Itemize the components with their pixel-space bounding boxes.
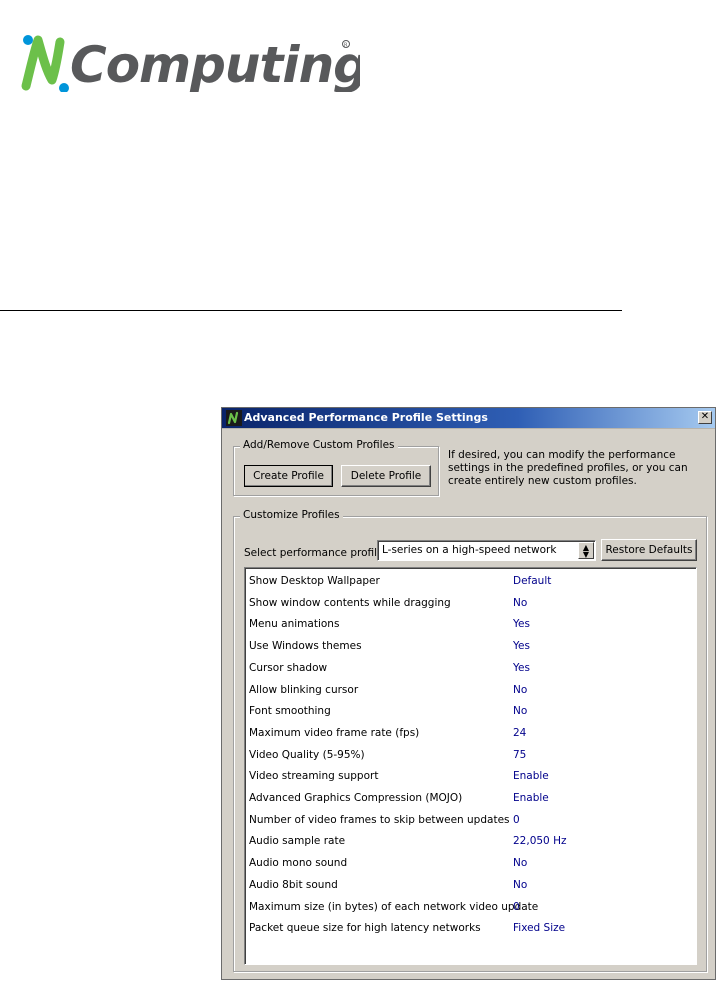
restore-defaults-button[interactable]: Restore Defaults (601, 539, 697, 561)
setting-row[interactable]: Video Quality (5-95%) 75 (249, 745, 689, 766)
selected-profile-value: L-series on a high-speed network (382, 544, 557, 556)
setting-name: Show window contents while dragging (249, 596, 451, 609)
setting-row[interactable]: Packet queue size for high latency netwo… (249, 918, 689, 939)
setting-value[interactable]: Fixed Size (513, 922, 565, 934)
setting-name: Video streaming support (249, 770, 379, 783)
add-remove-profiles-group: Add/Remove Custom Profiles Create Profil… (233, 439, 439, 496)
setting-row[interactable]: Allow blinking cursor No (249, 680, 689, 701)
setting-name: Maximum size (in bytes) of each network … (249, 900, 539, 913)
setting-value[interactable]: 0 (513, 814, 520, 826)
setting-name: Cursor shadow (249, 661, 328, 674)
setting-value[interactable]: Yes (513, 640, 530, 652)
updown-arrow-icon[interactable]: ▲ ▼ (578, 542, 594, 559)
setting-value[interactable]: 0 (513, 901, 520, 913)
ncomputing-logo-graphic: Computing R (21, 35, 369, 94)
setting-name: Allow blinking cursor (249, 683, 359, 696)
setting-row[interactable]: Audio 8bit sound No (249, 875, 689, 896)
delete-profile-button[interactable]: Delete Profile (341, 465, 431, 487)
setting-name: Video Quality (5-95%) (249, 748, 365, 761)
setting-name: Audio sample rate (249, 835, 346, 848)
setting-row[interactable]: Font smoothing No (249, 701, 689, 722)
setting-name: Advanced Graphics Compression (MOJO) (249, 792, 463, 804)
setting-value[interactable]: Default (513, 575, 551, 587)
advanced-performance-dialog: Advanced Performance Profile Settings ✕ … (221, 407, 716, 980)
setting-row[interactable]: Maximum video frame rate (fps) 24 (249, 723, 689, 744)
setting-value[interactable]: Enable (513, 792, 549, 804)
setting-row[interactable]: Menu animations Yes (249, 614, 689, 635)
settings-list[interactable]: Show Desktop Wallpaper Default Show window… (244, 567, 697, 965)
setting-name: Packet queue size for high latency netwo… (249, 922, 481, 935)
setting-name: Number of video frames to skip between u… (249, 813, 510, 826)
setting-name: Audio mono sound (249, 857, 348, 870)
setting-value[interactable]: No (513, 857, 527, 869)
setting-row[interactable]: Show Desktop Wallpaper Default (249, 571, 689, 592)
setting-name: Show Desktop Wallpaper (249, 575, 380, 587)
setting-row[interactable]: Advanced Graphics Compression (MOJO) Enab… (249, 788, 689, 809)
svg-text:Computing: Computing (70, 36, 360, 92)
select-profile-label: Select performance profile: (244, 547, 388, 559)
create-profile-button[interactable]: Create Profile (244, 465, 333, 487)
setting-row[interactable]: Cursor shadow Yes (249, 658, 689, 679)
setting-row[interactable]: Audio sample rate 22,050 Hz (249, 831, 689, 852)
info-text: If desired, you can modify the performan… (448, 449, 688, 487)
setting-row[interactable]: Show window contents while dragging No (249, 593, 689, 614)
svg-text:R: R (344, 43, 348, 49)
customize-legend: Customize Profiles (240, 509, 343, 521)
horizontal-rule (0, 310, 622, 311)
setting-row[interactable]: Audio mono sound No (249, 853, 689, 874)
setting-name: Audio 8bit sound (249, 878, 338, 891)
setting-value[interactable]: 75 (513, 749, 526, 761)
setting-row[interactable]: Use Windows themes Yes (249, 636, 689, 657)
dialog-title: Advanced Performance Profile Settings (244, 411, 488, 424)
setting-value[interactable]: No (513, 705, 527, 717)
setting-value[interactable]: Yes (513, 662, 530, 674)
setting-name: Menu animations (249, 618, 340, 631)
setting-row[interactable]: Number of video frames to skip between u… (249, 810, 689, 831)
setting-value[interactable]: Enable (513, 770, 549, 782)
setting-name: Use Windows themes (249, 640, 362, 653)
setting-value[interactable]: No (513, 879, 527, 891)
setting-value[interactable]: No (513, 684, 527, 696)
customize-profiles-group: Customize Profiles Select performance pr… (233, 509, 707, 972)
ncomputing-logo: Computing R (20, 30, 369, 94)
setting-value[interactable]: 24 (513, 727, 526, 739)
setting-name: Maximum video frame rate (fps) (249, 726, 420, 739)
setting-row[interactable]: Maximum size (in bytes) of each network … (249, 897, 689, 918)
profile-select[interactable]: L-series on a high-speed network ▲ ▼ (377, 540, 596, 561)
setting-name: Font smoothing (249, 705, 331, 718)
dialog-titlebar[interactable]: Advanced Performance Profile Settings ✕ (222, 408, 715, 429)
setting-value[interactable]: 22,050 Hz (513, 835, 566, 847)
setting-value[interactable]: Yes (513, 618, 530, 630)
setting-value[interactable]: No (513, 597, 527, 609)
add-remove-legend: Add/Remove Custom Profiles (240, 439, 398, 451)
ncomputing-n-icon (226, 410, 242, 426)
setting-row[interactable]: Video streaming support Enable (249, 766, 689, 787)
close-button[interactable]: ✕ (698, 411, 712, 424)
